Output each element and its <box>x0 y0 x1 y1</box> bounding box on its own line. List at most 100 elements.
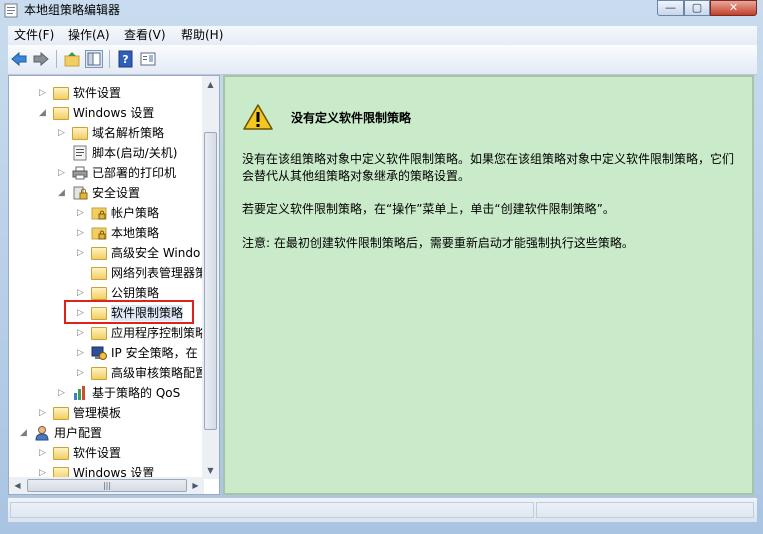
expand-arrow-icon[interactable]: ▷ <box>39 407 49 419</box>
tree-item-label: 基于策略的 QoS <box>92 386 181 400</box>
tree-item-label: 公钥策略 <box>111 286 160 300</box>
warning-icon <box>242 103 274 131</box>
tree-item-advanced-audit-policy[interactable]: ▷ 高级审核策略配置 <box>9 363 208 383</box>
close-icon: ✕ <box>728 1 739 14</box>
tree-item-label: 软件设置 <box>73 86 122 100</box>
tree-pane[interactable]: ▷ 软件设置 ◢ Windows 设置 ▷ 域名解析策略 脚本(启动/关机) ▷ <box>8 75 220 495</box>
scroll-right-icon[interactable]: ▶ <box>187 477 204 494</box>
expand-arrow-icon[interactable]: ▷ <box>58 387 68 399</box>
collapse-arrow-icon[interactable]: ◢ <box>58 187 68 199</box>
scroll-up-icon[interactable]: ▲ <box>202 76 219 93</box>
svg-text:?: ? <box>122 53 128 66</box>
expand-arrow-placeholder <box>58 147 68 159</box>
tree-item-label: 已部署的打印机 <box>92 166 177 180</box>
expand-arrow-icon[interactable]: ▷ <box>77 287 87 299</box>
scroll-down-icon[interactable]: ▼ <box>202 462 219 479</box>
expand-arrow-icon[interactable]: ▷ <box>58 127 68 139</box>
tree-item-label: 安全设置 <box>92 186 141 200</box>
app-window: 本地组策略编辑器 — ▢ ✕ 文件(F) 操作(A) 查看(V) 帮助(H) ?… <box>0 0 763 534</box>
expand-arrow-icon[interactable]: ▷ <box>77 207 87 219</box>
tree-item-scripts[interactable]: 脚本(启动/关机) <box>9 143 204 163</box>
show-hide-tree-icon[interactable] <box>85 50 103 68</box>
tree-vertical-scrollbar[interactable]: ▲ ▼ <box>202 76 219 479</box>
scrollbar-thumb[interactable]: ||| <box>27 479 187 492</box>
tree-item-label: 高级安全 Windo <box>111 246 201 260</box>
status-cell <box>10 502 534 518</box>
locked-folder-icon <box>91 205 107 221</box>
tree-item-user-software-settings[interactable]: ▷ 软件设置 <box>9 443 204 463</box>
menu-bar: 文件(F) 操作(A) 查看(V) 帮助(H) <box>8 26 757 45</box>
tree-item-security-settings[interactable]: ◢ 安全设置 <box>9 183 204 203</box>
folder-icon <box>53 405 69 421</box>
collapse-arrow-icon[interactable]: ◢ <box>39 107 49 119</box>
tree-horizontal-scrollbar[interactable]: ◀ ||| ▶ <box>9 477 204 494</box>
script-icon <box>72 145 88 161</box>
tree-item-deployed-printers[interactable]: ▷ 已部署的打印机 <box>9 163 204 183</box>
menu-help[interactable]: 帮助(H) <box>181 28 223 43</box>
expand-arrow-icon[interactable]: ▷ <box>77 347 87 359</box>
tree-item-label: 高级审核策略配置 <box>111 366 208 380</box>
tree-item-advanced-firewall[interactable]: ▷ 高级安全 Windo <box>9 243 204 263</box>
qos-chart-icon <box>72 385 88 401</box>
up-folder-icon[interactable] <box>63 50 81 68</box>
security-icon <box>72 185 88 201</box>
printer-icon <box>72 165 88 181</box>
tree-item-ip-security-policies[interactable]: ▷ IP 安全策略，在 <box>9 343 204 363</box>
expand-arrow-icon[interactable]: ▷ <box>77 227 87 239</box>
folder-icon <box>91 365 107 381</box>
toolbar-separator <box>109 50 110 68</box>
help-icon[interactable]: ? <box>117 50 135 68</box>
tree-item-software-settings[interactable]: ▷ 软件设置 <box>9 83 204 103</box>
tree-item-app-control-policies[interactable]: ▷ 应用程序控制策略 <box>9 323 208 343</box>
menu-file[interactable]: 文件(F) <box>14 28 54 43</box>
tree-item-label: IP 安全策略，在 <box>111 346 198 360</box>
folder-icon <box>53 85 69 101</box>
folder-icon <box>91 325 107 341</box>
expand-arrow-icon[interactable]: ▷ <box>58 167 68 179</box>
expand-arrow-icon[interactable]: ▷ <box>77 327 87 339</box>
folder-icon <box>72 125 88 141</box>
back-arrow-icon[interactable] <box>10 50 28 68</box>
status-bar <box>8 497 757 522</box>
scrollbar-thumb[interactable] <box>204 132 217 430</box>
toolbar-separator <box>56 50 57 68</box>
tree-item-label: 脚本(启动/关机) <box>92 146 178 160</box>
content-paragraph: 若要定义软件限制策略，在“操作”菜单上，单击“创建软件限制策略”。 <box>242 202 615 216</box>
menu-view[interactable]: 查看(V) <box>124 28 166 43</box>
expand-arrow-icon[interactable]: ▷ <box>39 87 49 99</box>
folder-icon <box>91 265 107 281</box>
folder-icon <box>53 105 69 121</box>
user-icon <box>34 425 50 441</box>
scroll-left-icon[interactable]: ◀ <box>9 477 26 494</box>
highlight-box <box>64 300 194 324</box>
tree-item-label: 用户配置 <box>54 426 103 440</box>
title-bar[interactable]: 本地组策略编辑器 — ▢ ✕ <box>0 0 763 22</box>
maximize-button[interactable]: ▢ <box>684 0 710 16</box>
expand-arrow-icon[interactable]: ▷ <box>39 447 49 459</box>
minimize-button[interactable]: — <box>657 0 684 16</box>
folder-icon <box>91 285 107 301</box>
folder-icon <box>91 245 107 261</box>
forward-arrow-icon[interactable] <box>32 50 50 68</box>
tree-item-label: 帐户策略 <box>111 206 160 220</box>
tree-item-name-resolution-policy[interactable]: ▷ 域名解析策略 <box>9 123 204 143</box>
tree-item-user-configuration[interactable]: ◢ 用户配置 <box>9 423 204 443</box>
tree-item-account-policies[interactable]: ▷ 帐户策略 <box>9 203 204 223</box>
properties-icon[interactable] <box>139 50 157 68</box>
folder-icon <box>53 445 69 461</box>
tree-item-label: 应用程序控制策略 <box>111 326 208 340</box>
tree-item-admin-templates[interactable]: ▷ 管理模板 <box>9 403 204 423</box>
tree-item-windows-settings[interactable]: ◢ Windows 设置 <box>9 103 204 123</box>
toolbar: ? <box>8 45 757 75</box>
tree-item-policy-based-qos[interactable]: ▷ 基于策略的 QoS <box>9 383 204 403</box>
expand-arrow-icon[interactable]: ▷ <box>77 247 87 259</box>
policy-editor-icon <box>4 3 18 18</box>
close-button[interactable]: ✕ <box>710 0 757 16</box>
menu-action[interactable]: 操作(A) <box>68 28 110 43</box>
tree-item-network-list-manager[interactable]: 网络列表管理器策 <box>9 263 208 283</box>
tree-item-local-policies[interactable]: ▷ 本地策略 <box>9 223 204 243</box>
expand-arrow-icon[interactable]: ▷ <box>77 367 87 379</box>
collapse-arrow-icon[interactable]: ◢ <box>20 427 30 439</box>
status-cell <box>536 502 754 518</box>
tree-item-label: 网络列表管理器策 <box>111 266 208 280</box>
